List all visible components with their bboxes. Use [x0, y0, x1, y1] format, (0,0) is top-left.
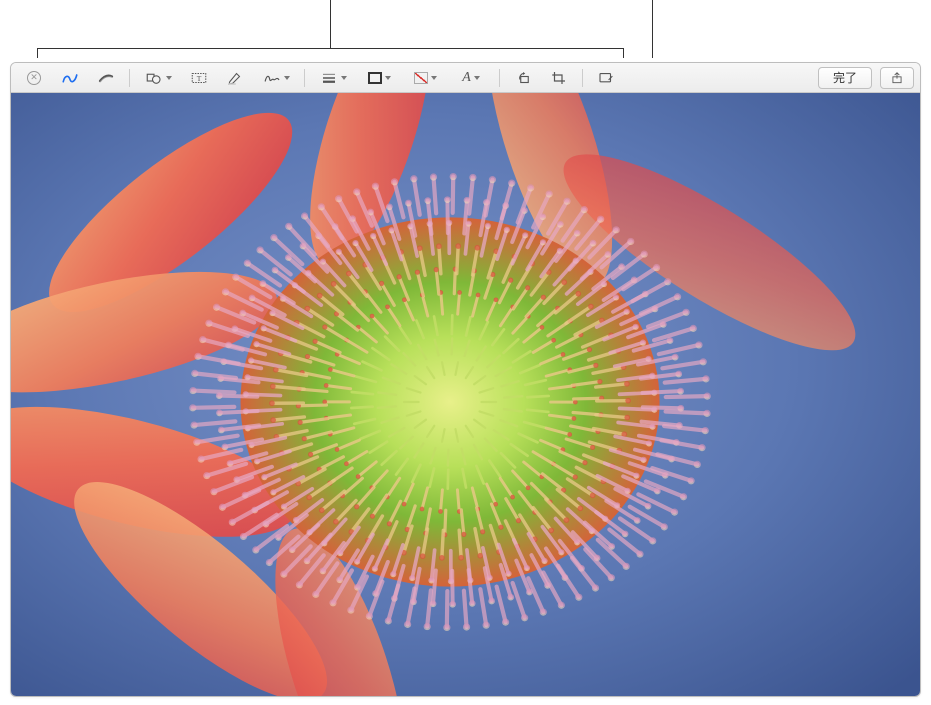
chevron-down-icon	[431, 76, 437, 80]
chevron-down-icon	[284, 76, 290, 80]
done-label: 完了	[833, 69, 857, 86]
svg-text:T: T	[197, 74, 202, 83]
fill-color-button[interactable]	[403, 67, 447, 89]
fill-color-icon	[414, 72, 428, 84]
toolbar-divider	[129, 69, 130, 87]
chevron-down-icon	[166, 76, 172, 80]
toolbar-divider	[582, 69, 583, 87]
signature-icon	[263, 70, 281, 86]
rotate-button[interactable]	[506, 67, 540, 89]
line-style-icon	[320, 70, 338, 86]
markup-toolbar: ✕ T	[11, 63, 920, 93]
callout-line-tools	[330, 0, 331, 48]
annotate-button[interactable]	[589, 67, 623, 89]
highlight-button[interactable]	[218, 67, 252, 89]
text-style-button[interactable]: A	[449, 67, 493, 89]
annotate-icon	[597, 70, 615, 86]
border-color-button[interactable]	[357, 67, 401, 89]
callout-bracket-tools	[37, 48, 624, 49]
crop-icon	[550, 70, 568, 86]
callout-bracket-right	[623, 48, 624, 58]
shapes-icon	[145, 70, 163, 86]
text-button[interactable]: T	[182, 67, 216, 89]
done-button[interactable]: 完了	[818, 67, 872, 89]
chevron-down-icon	[474, 76, 480, 80]
crop-button[interactable]	[542, 67, 576, 89]
rotate-icon	[514, 70, 532, 86]
share-button[interactable]	[880, 67, 914, 89]
shapes-button[interactable]	[136, 67, 180, 89]
draw-icon	[97, 70, 115, 86]
chevron-down-icon	[341, 76, 347, 80]
markup-window: ✕ T	[10, 62, 921, 697]
highlight-icon	[226, 70, 244, 86]
text-icon: T	[190, 70, 208, 86]
sign-button[interactable]	[254, 67, 298, 89]
toolbar-divider	[304, 69, 305, 87]
line-style-button[interactable]	[311, 67, 355, 89]
callout-line-annotate	[652, 0, 653, 58]
sketch-button[interactable]	[53, 67, 87, 89]
font-icon: A	[462, 70, 471, 86]
draw-button[interactable]	[89, 67, 123, 89]
callout-bracket-left	[37, 48, 38, 58]
sketch-icon	[61, 70, 79, 86]
border-color-icon	[368, 72, 382, 84]
close-button[interactable]: ✕	[17, 67, 51, 89]
chevron-down-icon	[385, 76, 391, 80]
close-icon: ✕	[27, 71, 41, 85]
share-icon	[890, 70, 904, 86]
image-canvas[interactable]: (function(){ var ns="http://www.w3.org/2…	[11, 93, 920, 696]
toolbar-divider	[499, 69, 500, 87]
